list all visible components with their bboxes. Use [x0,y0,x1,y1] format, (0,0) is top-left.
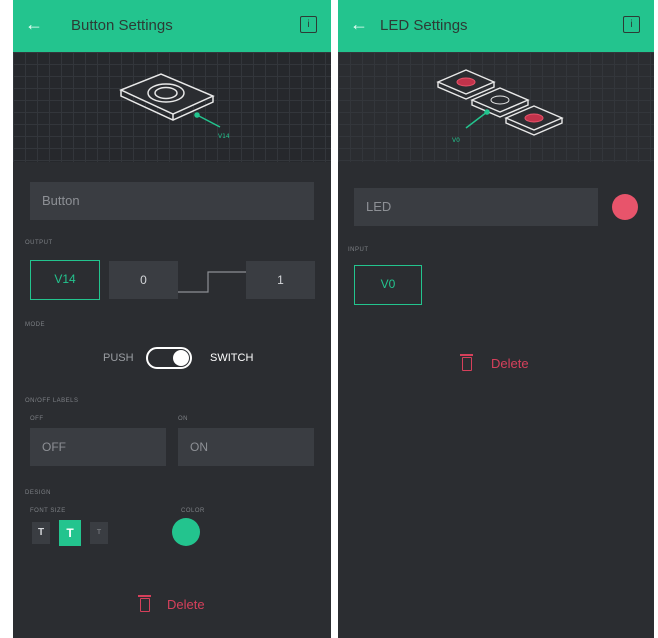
on-off-labels-section-label: ON/OFF LABELS [25,398,79,404]
mode-section-label: MODE [25,322,45,328]
value-min-field[interactable]: 0 [109,261,178,299]
design-section-label: DESIGN [25,490,52,496]
trash-icon [138,595,151,612]
output-section-label: OUTPUT [25,240,53,246]
color-picker-swatch[interactable] [172,518,200,546]
led-settings-screen: ← LED Settings i V0 LED INPUT V0 Delete [338,0,654,638]
color-caption: COLOR [181,508,205,514]
widget-preview: V14 [13,52,331,162]
mode-toggle[interactable] [146,347,192,369]
pin-selector-button[interactable]: V0 [354,265,422,305]
range-connector [178,271,246,293]
off-label-field[interactable]: OFF [30,428,166,466]
app-bar: ← Button Settings i [13,0,331,52]
svg-text:V14: V14 [218,133,230,140]
on-label-caption: ON [178,416,188,422]
font-size-medium-button[interactable]: T [59,520,81,546]
delete-button[interactable]: Delete [458,354,548,374]
value-max-field[interactable]: 1 [246,261,315,299]
delete-button[interactable]: Delete [136,595,226,615]
delete-label: Delete [491,356,529,371]
font-size-small-button[interactable]: T [32,522,50,544]
widget-name-field[interactable]: LED [354,188,598,226]
app-bar: ← LED Settings i [338,0,654,52]
svg-text:V0: V0 [452,137,460,144]
on-label-field[interactable]: ON [178,428,314,466]
button-widget-illustration: V14 [119,73,230,140]
font-size-caption: FONT SIZE [30,508,66,514]
page-title: Button Settings [71,17,173,34]
toggle-knob [173,350,189,366]
page-title: LED Settings [380,17,468,34]
trash-icon [460,354,473,371]
mode-switch-label[interactable]: SWITCH [210,352,253,364]
pin-selector-button[interactable]: V14 [30,260,100,300]
back-arrow-icon[interactable]: ← [350,14,368,35]
widget-preview: V0 [338,52,654,162]
back-arrow-icon[interactable]: ← [25,14,43,35]
led-color-swatch[interactable] [612,194,638,220]
info-icon[interactable]: i [300,16,317,33]
info-icon[interactable]: i [623,16,640,33]
mode-push-label[interactable]: PUSH [103,352,134,364]
widget-name-field[interactable]: Button [30,182,314,220]
led-widget-illustration: V0 [436,69,564,144]
button-settings-screen: ← Button Settings i V14 Button OUTPUT V1… [13,0,331,638]
font-size-large-button[interactable]: T [90,522,108,544]
input-section-label: INPUT [348,247,369,253]
delete-label: Delete [167,597,205,612]
off-label-caption: OFF [30,416,44,422]
